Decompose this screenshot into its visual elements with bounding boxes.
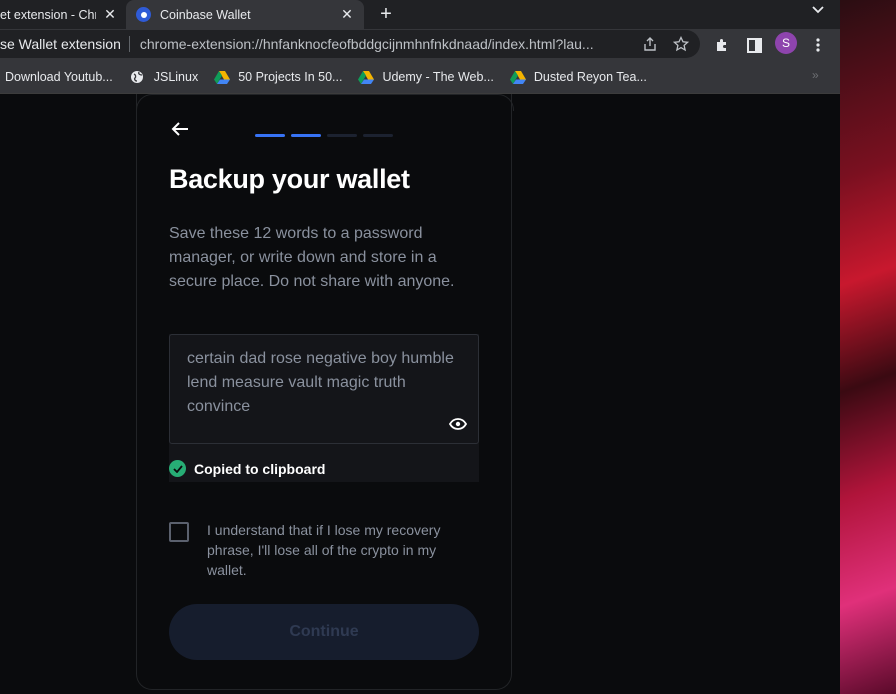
bookmark-jslinux[interactable]: JSLinux (130, 70, 198, 84)
profile-avatar[interactable]: S (775, 32, 797, 54)
acknowledgement-row: I understand that if I lose my recovery … (169, 520, 479, 580)
bookmark-label: Udemy - The Web... (382, 69, 494, 84)
progress-step (291, 134, 321, 137)
step-progress-indicator (255, 134, 393, 137)
acknowledgement-text[interactable]: I understand that if I lose my recovery … (207, 520, 479, 580)
copied-text: Copied to clipboard (194, 460, 326, 477)
tab-inactive[interactable]: et extension - Chr ✕ (0, 0, 122, 29)
progress-step (255, 134, 285, 137)
url-text[interactable]: chrome-extension://hnfanknocfeofbddgcijn… (140, 36, 630, 52)
bookmark-download-youtube[interactable]: Download Youtub... (5, 70, 113, 84)
tab-title: et extension - Chr (0, 7, 96, 22)
omnibox-divider (128, 36, 130, 52)
side-panel-icon[interactable] (745, 36, 763, 54)
site-name: se Wallet extension (0, 36, 121, 52)
bookmark-50-projects[interactable]: 50 Projects In 50... (214, 70, 342, 84)
wallet-panel: Backup your wallet Save these 12 words t… (136, 94, 514, 690)
bookmark-label: 50 Projects In 50... (238, 69, 343, 84)
extensions-puzzle-icon[interactable] (713, 36, 731, 54)
new-tab-button[interactable]: + (376, 0, 396, 29)
recovery-phrase-text: certain dad rose negative boy humble len… (187, 350, 454, 415)
acknowledgement-checkbox[interactable] (169, 522, 189, 542)
address-bar[interactable]: se Wallet extension chrome-extension://h… (0, 30, 700, 58)
check-circle-icon (169, 460, 186, 477)
tab-title: Coinbase Wallet (160, 7, 251, 22)
copied-notice: Copied to clipboard (169, 460, 325, 477)
google-drive-icon (358, 70, 375, 84)
bookmark-star-icon[interactable] (673, 36, 689, 52)
progress-step (363, 134, 393, 137)
back-arrow-icon[interactable] (169, 118, 191, 140)
google-drive-icon (509, 70, 526, 84)
desktop-background (840, 0, 896, 694)
recovery-phrase-box[interactable]: certain dad rose negative boy humble len… (169, 334, 479, 444)
tab-search-chevron-icon[interactable] (808, 0, 828, 20)
progress-step (327, 134, 357, 137)
eye-icon[interactable] (448, 414, 468, 434)
extension-content: Backup your wallet Save these 12 words t… (0, 94, 840, 694)
tab-close-icon[interactable]: ✕ (340, 6, 354, 22)
menu-kebab-icon[interactable] (809, 36, 827, 54)
share-icon[interactable] (642, 36, 658, 52)
bookmark-label: Dusted Reyon Tea... (533, 69, 647, 84)
bookmarks-overflow-button[interactable]: » (812, 68, 819, 82)
coinbase-favicon-icon (136, 7, 151, 22)
bookmark-dusted-reyon[interactable]: Dusted Reyon Tea... (509, 69, 647, 84)
recovery-phrase-section: certain dad rose negative boy humble len… (169, 334, 479, 482)
bookmark-label: Download Youtub... (5, 69, 113, 84)
browser-window: et extension - Chr ✕ Coinbase Wallet ✕ +… (0, 0, 840, 694)
continue-button[interactable]: Continue (169, 604, 479, 660)
instructions-text: Save these 12 words to a password manage… (169, 225, 455, 290)
google-drive-icon (214, 70, 231, 84)
bookmark-label: JSLinux (153, 69, 199, 84)
bookmark-udemy[interactable]: Udemy - The Web... (358, 69, 494, 84)
page-title: Backup your wallet (169, 164, 410, 194)
tab-active[interactable]: Coinbase Wallet ✕ (126, 0, 364, 29)
tab-close-icon[interactable]: ✕ (103, 6, 117, 22)
globe-icon (130, 70, 146, 84)
toolbar: se Wallet extension chrome-extension://h… (0, 29, 840, 60)
tab-strip: et extension - Chr ✕ Coinbase Wallet ✕ + (0, 0, 840, 29)
bookmarks-bar: Download Youtub... JSLinux 50 Projects I… (0, 60, 840, 94)
